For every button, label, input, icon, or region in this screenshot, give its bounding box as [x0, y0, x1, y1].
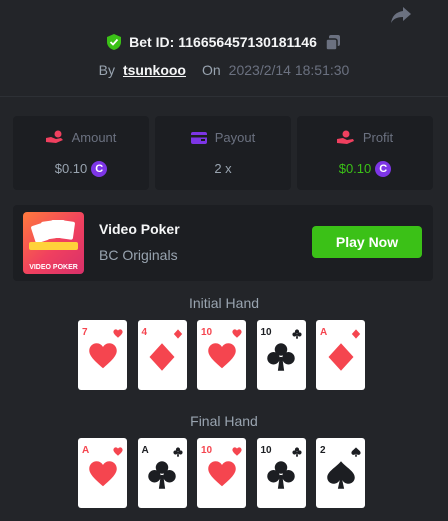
- playing-card: 2: [316, 438, 365, 508]
- heart-suit-icon: [232, 329, 242, 338]
- bet-id-value: 116656457130181146: [178, 34, 317, 50]
- heart-suit-icon: [207, 343, 236, 369]
- card-rank: A: [82, 445, 90, 456]
- card-rank: 4: [141, 327, 148, 338]
- club-suit-icon: [267, 461, 295, 489]
- heart-suit-icon: [232, 447, 242, 456]
- heart-suit-icon: [88, 461, 117, 487]
- card-suit: [78, 460, 127, 490]
- card-suit: [138, 460, 187, 490]
- amount-stat: Amount $0.10 C: [13, 116, 149, 190]
- diamond-suit-icon: [328, 343, 353, 371]
- diamond-suit-icon: [351, 329, 361, 339]
- diamond-suit-icon: [173, 329, 182, 339]
- game-title: Video Poker: [99, 221, 180, 237]
- playing-card: A: [316, 320, 365, 390]
- coin-icon: C: [91, 160, 108, 177]
- profit-icon: [336, 130, 354, 144]
- amount-value: $0.10: [54, 161, 88, 176]
- bet-stats: Amount $0.10 C Payout 2 x Profit $0.10 C: [13, 116, 433, 190]
- playing-card: 10: [256, 438, 306, 508]
- share-button[interactable]: [388, 4, 414, 26]
- hand-coin-icon: [45, 130, 63, 143]
- playing-card: 7: [78, 320, 127, 390]
- profit-label: Profit: [362, 129, 394, 145]
- spade-suit-icon: [326, 461, 355, 489]
- by-label: By: [98, 62, 115, 78]
- card-rank: 7: [82, 327, 88, 338]
- profit-stat: Profit $0.10 C: [297, 116, 433, 190]
- card-suit: [78, 342, 127, 372]
- copy-button[interactable]: [325, 34, 341, 50]
- initial-hand: 7 4 10 10 A: [78, 320, 365, 390]
- card-rank: A: [320, 327, 328, 338]
- bet-id-line: Bet ID: 116656457130181146: [0, 34, 448, 50]
- card-suit: [197, 342, 246, 372]
- club-suit-icon: [148, 461, 176, 489]
- club-suit-icon: [291, 447, 302, 457]
- playing-card: A: [78, 438, 127, 508]
- author-line: By tsunkooo On 2023/2/14 18:51:30: [0, 62, 448, 78]
- card-suit: [138, 342, 187, 372]
- card-suit: [316, 342, 365, 372]
- bet-datetime: 2023/2/14 18:51:30: [228, 62, 350, 78]
- card-suit: [257, 342, 306, 372]
- shield-check-icon: [107, 34, 122, 50]
- thumbnail-label: VIDEO POKER: [29, 264, 78, 271]
- profit-value: $0.10: [338, 161, 372, 176]
- playing-card: 10: [256, 320, 306, 390]
- heart-suit-icon: [207, 461, 236, 487]
- bet-id-label: Bet ID:: [129, 34, 175, 50]
- share-icon: [391, 7, 411, 23]
- playing-card: 10: [197, 438, 246, 508]
- card-rank: 10: [201, 327, 213, 338]
- playing-card: A: [137, 438, 187, 508]
- final-hand-title: Final Hand: [190, 413, 258, 429]
- payout-label: Payout: [214, 130, 256, 145]
- coin-icon: C: [375, 160, 392, 177]
- card-rank: 10: [260, 327, 272, 338]
- heart-suit-icon: [88, 343, 117, 369]
- play-now-button[interactable]: Play Now: [312, 226, 422, 258]
- game-provider: BC Originals: [99, 247, 178, 263]
- spade-suit-icon: [351, 447, 361, 457]
- heart-suit-icon: [113, 329, 123, 338]
- club-suit-icon: [267, 343, 295, 371]
- card-suit: [197, 460, 246, 490]
- card-suit: [257, 460, 306, 490]
- card-rank: A: [141, 445, 149, 456]
- final-hand: A A 10 10 2: [78, 438, 365, 508]
- playing-card: 10: [197, 320, 246, 390]
- diamond-suit-icon: [149, 343, 175, 371]
- heart-suit-icon: [113, 447, 123, 456]
- initial-hand-title: Initial Hand: [188, 295, 260, 311]
- copy-icon: [325, 34, 340, 50]
- card-suit: [316, 460, 365, 490]
- card-rank: 10: [260, 445, 272, 456]
- wallet-icon: [190, 131, 207, 144]
- on-label: On: [201, 62, 221, 78]
- payout-stat: Payout 2 x: [155, 116, 291, 190]
- game-card: VIDEO POKER Video Poker BC Originals Pla…: [13, 205, 433, 281]
- playing-card: 4: [137, 320, 187, 390]
- club-suit-icon: [172, 447, 183, 457]
- card-rank: 2: [320, 445, 326, 456]
- card-rank: 10: [201, 445, 213, 456]
- username-link[interactable]: tsunkooo: [123, 62, 186, 78]
- club-suit-icon: [291, 329, 302, 339]
- video-poker-thumbnail[interactable]: VIDEO POKER: [23, 212, 84, 274]
- amount-label: Amount: [71, 129, 117, 145]
- payout-value: 2 x: [214, 161, 232, 176]
- divider: [0, 96, 448, 97]
